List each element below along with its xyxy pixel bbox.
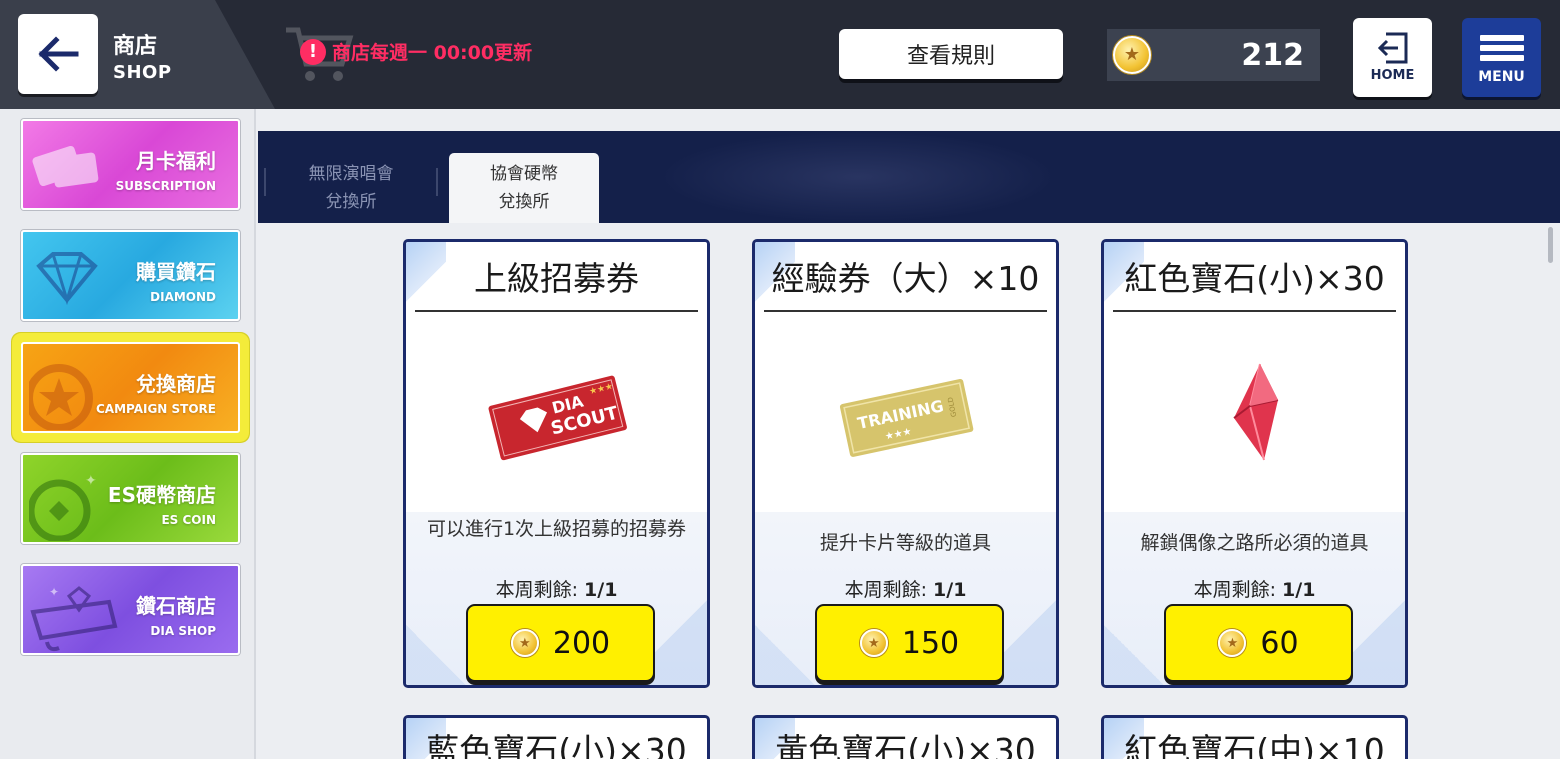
item-art: TRAINING ★★★ GOLD bbox=[755, 317, 1056, 512]
sidebar-item-es-coin[interactable]: ✦ ES硬幣商店 ES COIN bbox=[21, 453, 240, 544]
tab-label-line1: 協會硬幣 bbox=[490, 164, 558, 184]
item-name: 紅色寶石(小)×30 bbox=[1124, 259, 1385, 298]
view-rules-button[interactable]: 查看規則 bbox=[839, 29, 1063, 79]
back-button[interactable] bbox=[18, 14, 98, 94]
association-coin-icon bbox=[1218, 629, 1247, 657]
item-name: 黃色寶石(小)×30 bbox=[775, 731, 1036, 759]
dia-scout-ticket-icon: DIA SCOUT ★★★ bbox=[488, 375, 627, 460]
buy-button[interactable]: 150 bbox=[815, 604, 1004, 682]
currency-display: 212 bbox=[1107, 29, 1320, 81]
weekly-stock: 本周剩餘: 1/1 bbox=[406, 575, 707, 602]
item-name: 經驗券（大）×10 bbox=[771, 259, 1040, 298]
association-coin-icon bbox=[510, 629, 539, 657]
tab-divider bbox=[264, 168, 266, 196]
notice-text: 商店每週一 00:00更新 bbox=[332, 42, 533, 64]
association-coin-icon bbox=[859, 629, 888, 657]
sidebar-item-label: 購買鑽石 bbox=[136, 260, 216, 284]
menu-button[interactable]: MENU bbox=[1462, 18, 1541, 97]
sidebar-item-sublabel: SUBSCRIPTION bbox=[115, 179, 216, 193]
menu-label: MENU bbox=[1478, 68, 1525, 85]
shop-item-card[interactable]: 藍色寶石(小)×30 bbox=[403, 715, 710, 759]
buy-button[interactable]: 60 bbox=[1164, 604, 1353, 682]
tab-divider bbox=[436, 168, 438, 196]
item-name: 藍色寶石(小)×30 bbox=[426, 731, 687, 759]
sidebar-item-campaign-store[interactable]: 兌換商店 CAMPAIGN STORE bbox=[21, 342, 240, 433]
sidebar-item-subscription[interactable]: 月卡福利 SUBSCRIPTION bbox=[21, 119, 240, 210]
association-coin-icon bbox=[1113, 36, 1151, 74]
es-coin-icon: ✦ bbox=[29, 473, 97, 541]
price-value: 60 bbox=[1260, 625, 1299, 661]
svg-text:✦: ✦ bbox=[85, 473, 97, 489]
tab-live-concert-exchange[interactable]: 無限演唱會 兌換所 bbox=[276, 153, 426, 223]
sidebar-item-diamond[interactable]: 購買鑽石 DIAMOND bbox=[21, 230, 240, 321]
sidebar-item-sublabel: CAMPAIGN STORE bbox=[95, 402, 216, 416]
star-medal-icon bbox=[29, 364, 93, 430]
buy-button[interactable]: 200 bbox=[466, 604, 655, 682]
item-description: 解鎖偶像之路所必須的道具 bbox=[1140, 532, 1369, 554]
shop-sidebar: 月卡福利 SUBSCRIPTION 購買鑽石 DIAMOND 兌換商店 CAMP… bbox=[0, 109, 256, 759]
red-gem-icon bbox=[1232, 363, 1278, 460]
weekly-stock: 本周剩餘: 1/1 bbox=[755, 575, 1056, 602]
sidebar-item-sublabel: DIAMOND bbox=[150, 290, 216, 304]
page-title: 商店 bbox=[113, 34, 158, 59]
price-value: 200 bbox=[552, 625, 611, 661]
item-description: 提升卡片等級的道具 bbox=[819, 532, 991, 554]
exchange-tab-bar: 無限演唱會 兌換所 協會硬幣 兌換所 bbox=[258, 131, 1560, 223]
currency-value: 212 bbox=[1241, 37, 1304, 73]
alert-icon: ! bbox=[300, 38, 326, 65]
arrow-left-icon bbox=[38, 36, 79, 72]
tab-label-line2: 兌換所 bbox=[325, 192, 377, 212]
page-subtitle: SHOP bbox=[113, 62, 172, 83]
diamond-icon bbox=[36, 252, 98, 306]
shop-item-card[interactable]: 紅色寶石(中)×10 bbox=[1101, 715, 1408, 759]
tab-association-coin-exchange[interactable]: 協會硬幣 兌換所 bbox=[449, 153, 599, 223]
item-name: 紅色寶石(中)×10 bbox=[1124, 731, 1385, 759]
tab-label-line2: 兌換所 bbox=[498, 192, 550, 212]
stock-value: 1/1 bbox=[933, 579, 967, 601]
sidebar-item-sublabel: ES COIN bbox=[161, 513, 216, 527]
home-label: HOME bbox=[1370, 68, 1415, 83]
stock-label: 本周剩餘: bbox=[844, 579, 927, 601]
sidebar-item-label: 鑽石商店 bbox=[136, 594, 216, 618]
top-bar: 商店 SHOP ! 商店每週一 00:00更新 查看規則 212 HOME ME… bbox=[0, 0, 1560, 109]
sidebar-item-dia-shop[interactable]: ✦ 鑽石商店 DIA SHOP bbox=[21, 564, 240, 655]
weekly-stock: 本周剩餘: 1/1 bbox=[1104, 575, 1405, 602]
exit-home-icon bbox=[1377, 32, 1407, 64]
shop-item-card[interactable]: 黃色寶石(小)×30 bbox=[752, 715, 1059, 759]
shop-item-card[interactable]: 經驗券（大）×10 TRAINING ★★★ GOLD 提升卡片等級的道具 本周… bbox=[752, 239, 1059, 688]
sidebar-item-label: ES硬幣商店 bbox=[107, 483, 216, 507]
scrollbar-thumb[interactable] bbox=[1548, 227, 1553, 263]
divider bbox=[415, 310, 698, 312]
shop-item-card[interactable]: 紅色寶石(小)×30 解鎖偶像之路所必須的道具 本周剩餘: 1/1 60 bbox=[1101, 239, 1408, 688]
svg-text:✦: ✦ bbox=[49, 585, 59, 599]
item-name: 上級招募券 bbox=[474, 259, 639, 298]
stock-value: 1/1 bbox=[1282, 579, 1316, 601]
shopping-bag-gems-icon: ✦ bbox=[30, 585, 118, 652]
stock-label: 本周剩餘: bbox=[1193, 579, 1276, 601]
item-art bbox=[1104, 317, 1405, 512]
home-button[interactable]: HOME bbox=[1353, 18, 1432, 97]
sidebar-item-label: 兌換商店 bbox=[136, 372, 216, 396]
cards-icon bbox=[32, 145, 99, 188]
divider bbox=[764, 310, 1047, 312]
item-description: 可以進行1次上級招募的招募券 bbox=[426, 518, 687, 540]
hamburger-icon bbox=[1479, 31, 1524, 65]
sidebar-item-label: 月卡福利 bbox=[136, 149, 216, 173]
update-notice: ! 商店每週一 00:00更新 bbox=[300, 38, 532, 65]
tab-label-line1: 無限演唱會 bbox=[308, 164, 394, 184]
training-ticket-icon: TRAINING ★★★ GOLD bbox=[839, 378, 973, 457]
shop-item-card[interactable]: 上級招募券 DIA SCOUT ★★★ 可以進行1次上級招募的招募券 本周剩餘:… bbox=[403, 239, 710, 688]
sidebar-item-sublabel: DIA SHOP bbox=[150, 624, 216, 638]
price-value: 150 bbox=[901, 625, 960, 661]
stock-label: 本周剩餘: bbox=[495, 579, 578, 601]
scrollbar[interactable] bbox=[1548, 223, 1556, 759]
item-art: DIA SCOUT ★★★ bbox=[406, 317, 707, 512]
divider bbox=[1113, 310, 1396, 312]
stock-value: 1/1 bbox=[584, 579, 618, 601]
